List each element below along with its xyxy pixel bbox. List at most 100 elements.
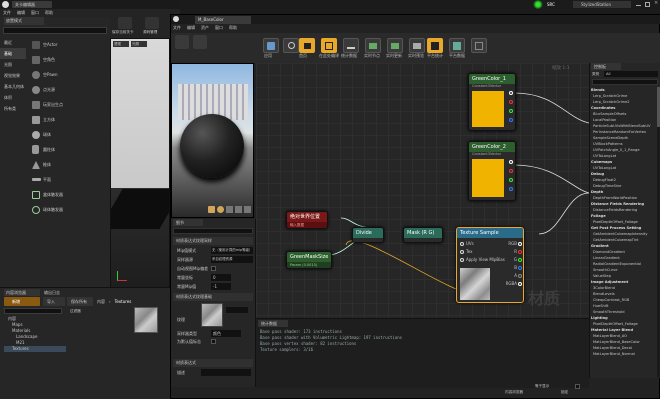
- minimize-icon[interactable]: [636, 5, 641, 6]
- details-section-expression[interactable]: 材质表达式: [173, 359, 253, 367]
- me-stats-button[interactable]: [343, 38, 359, 53]
- source-control-button[interactable]: [145, 17, 159, 29]
- material-graph-canvas[interactable]: 缩放 1:1 材质 GreenColor_1 Constant3Vector G…: [256, 63, 589, 318]
- category-volumes[interactable]: 体积: [0, 92, 26, 103]
- me-menu-window[interactable]: 窗口: [215, 24, 223, 32]
- output-pin[interactable]: [509, 91, 513, 95]
- tex-input-pin[interactable]: [460, 250, 464, 254]
- me-live-update-button[interactable]: [387, 38, 403, 53]
- me-menu-help[interactable]: 帮助: [229, 24, 237, 32]
- texture-asset-dropdown[interactable]: [226, 307, 248, 313]
- output-pin-r[interactable]: [509, 100, 513, 104]
- output-pin-b[interactable]: [509, 187, 513, 191]
- project-name-tab[interactable]: StylizedStation: [573, 1, 631, 8]
- save-level-button[interactable]: [118, 17, 132, 29]
- place-item[interactable]: 空角色: [28, 52, 108, 67]
- category-basic[interactable]: 基础: [0, 48, 26, 59]
- palette-category-dropdown[interactable]: All: [604, 71, 658, 77]
- details-section-texture-sample[interactable]: 材质表达式纹理采样: [173, 237, 253, 245]
- g-output-pin[interactable]: [518, 258, 522, 262]
- node-mask[interactable]: Mask (R G): [403, 227, 443, 243]
- output-log-tab[interactable]: 输出日志: [42, 289, 78, 296]
- sampler-source-dropdown[interactable]: 来自纹理资源: [211, 256, 253, 263]
- texture-thumbnail[interactable]: [201, 303, 223, 327]
- me-content-browser-label[interactable]: 内容浏览器: [505, 390, 535, 395]
- mip-mode-dropdown[interactable]: 无（使用计算的mip等级）: [211, 247, 253, 254]
- b-output-pin[interactable]: [518, 266, 522, 270]
- filter-button[interactable]: 过滤器: [70, 308, 94, 314]
- node-green-color-1[interactable]: GreenColor_1 Constant3Vector: [468, 73, 516, 131]
- preview-cylinder-icon[interactable]: [208, 206, 215, 213]
- stats-title[interactable]: 统计数据: [258, 320, 288, 327]
- me-platform-data-button[interactable]: [449, 38, 465, 53]
- place-item[interactable]: 平面: [28, 172, 108, 187]
- maximize-icon[interactable]: [645, 2, 650, 7]
- node-green-mask-size[interactable]: GreenMaskSize Param (0.0015): [286, 251, 332, 269]
- place-search-input[interactable]: [3, 27, 107, 34]
- me-bottom-checkbox[interactable]: [575, 384, 580, 389]
- output-pin[interactable]: [509, 160, 513, 164]
- texture-asset-thumbnail[interactable]: [134, 307, 158, 333]
- place-item[interactable]: 立方体: [28, 112, 108, 127]
- output-pin-b[interactable]: [509, 118, 513, 122]
- me-lock-label[interactable]: 锁定: [561, 390, 581, 395]
- palette-search-input[interactable]: [592, 79, 658, 85]
- me-live-preview-button[interactable]: [409, 38, 425, 53]
- rgb-output-pin[interactable]: [518, 242, 522, 246]
- tree-item-textures[interactable]: Textures: [4, 346, 66, 352]
- uvs-input-pin[interactable]: [460, 242, 464, 246]
- preview-teapot-icon[interactable]: [244, 206, 251, 213]
- is-default-checkbox[interactable]: [211, 339, 216, 344]
- details-section-texture-base[interactable]: 材质表达式纹理基础: [173, 293, 253, 301]
- place-item[interactable]: 圆柱体: [28, 142, 108, 157]
- category-all-classes[interactable]: 所有类: [0, 103, 26, 114]
- me-live-nodes-button[interactable]: [365, 38, 381, 53]
- a-output-pin[interactable]: [518, 274, 522, 278]
- auto-view-mip-checkbox[interactable]: [211, 266, 216, 271]
- const-coordinate-input[interactable]: 0: [211, 274, 231, 281]
- close-icon[interactable]: ×: [654, 1, 659, 6]
- place-item[interactable]: 椎体: [28, 157, 108, 172]
- category-recent[interactable]: 最近: [0, 37, 26, 48]
- output-pin-g[interactable]: [509, 178, 513, 182]
- preview-sphere-icon[interactable]: [217, 206, 224, 213]
- me-search-button[interactable]: [283, 38, 299, 53]
- details-search-input[interactable]: [173, 228, 253, 234]
- sampler-type-dropdown[interactable]: 颜色: [211, 330, 241, 337]
- place-mode-title[interactable]: 放置模式: [4, 17, 44, 25]
- me-menu-file[interactable]: 文件: [173, 24, 181, 32]
- import-button[interactable]: 导入: [43, 297, 65, 306]
- node-texture-sample[interactable]: Texture Sample UVs Tex Apply View MipBia…: [456, 227, 524, 303]
- node-green-color-2[interactable]: GreenColor_2 Constant3Vector: [468, 141, 516, 201]
- output-pin-r[interactable]: [509, 169, 513, 173]
- rgba-output-pin[interactable]: [518, 282, 522, 286]
- me-menu-edit[interactable]: 编辑: [187, 24, 195, 32]
- const-mip-input[interactable]: -1: [211, 283, 231, 290]
- r-output-pin[interactable]: [518, 250, 522, 254]
- level-viewport[interactable]: 透视 光照: [110, 38, 170, 288]
- place-item[interactable]: 玩家出生点: [28, 97, 108, 112]
- me-menu-asset[interactable]: 资产: [201, 24, 209, 32]
- place-item[interactable]: 点光源: [28, 82, 108, 97]
- output-pin-g[interactable]: [509, 109, 513, 113]
- main-menu-file[interactable]: 文件: [3, 9, 11, 17]
- content-browser-tab[interactable]: 内容浏览器: [4, 289, 40, 296]
- category-lights[interactable]: 光照: [0, 59, 26, 70]
- place-item[interactable]: 球体: [28, 127, 108, 142]
- category-geometry[interactable]: 基本几何体: [0, 81, 26, 92]
- main-menu-help[interactable]: 帮助: [45, 9, 53, 17]
- source-control-status-icon[interactable]: [533, 0, 543, 9]
- save-all-button[interactable]: 保存所有: [67, 297, 93, 306]
- category-visual-effects[interactable]: 视觉效果: [0, 70, 26, 81]
- me-hide-unused-button[interactable]: [471, 38, 487, 53]
- breadcrumb-root[interactable]: 内容: [97, 297, 105, 306]
- me-platform-stats-button[interactable]: [427, 38, 443, 53]
- desc-input[interactable]: [201, 369, 251, 376]
- me-save-button[interactable]: [175, 35, 189, 49]
- main-tab-title[interactable]: 关卡编辑器: [12, 1, 52, 8]
- folder-search-input[interactable]: [4, 308, 62, 314]
- add-new-button[interactable]: 新增: [4, 297, 40, 306]
- main-menu-edit[interactable]: 编辑: [17, 9, 25, 17]
- node-absolute-world-position[interactable]: 绝对世界位置 输入数据: [286, 211, 328, 229]
- details-title[interactable]: 细节: [173, 219, 203, 226]
